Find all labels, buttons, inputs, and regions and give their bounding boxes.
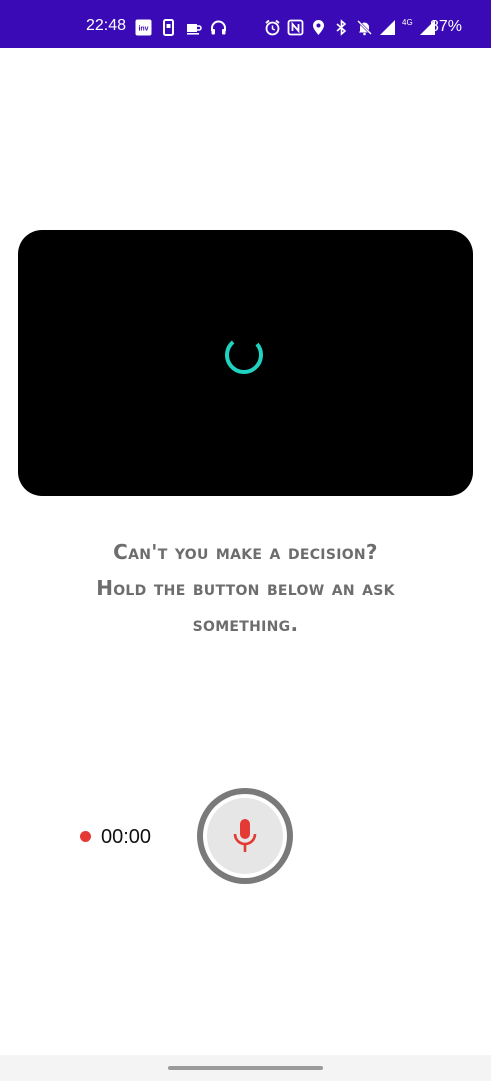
location-icon [310, 19, 327, 36]
loading-spinner-icon [225, 336, 263, 374]
mic-button-ring [203, 794, 287, 878]
bluetooth-icon [333, 18, 350, 36]
recording-indicator-dot [80, 831, 91, 842]
record-mic-button[interactable] [197, 788, 293, 884]
status-time: 22:48 [86, 17, 127, 34]
coffee-icon [185, 19, 202, 36]
microphone-icon [233, 819, 257, 852]
battery-percent: 87% [430, 18, 463, 35]
wifi-signal-icon [379, 19, 396, 36]
mic-button-face [207, 798, 283, 874]
phone-notification-icon [160, 18, 177, 36]
navigation-bar [0, 1055, 491, 1081]
notification-icons: inv [135, 18, 227, 36]
headphones-icon [210, 19, 227, 36]
alarm-icon [264, 19, 281, 36]
status-bar: 22:48 inv 4G 87% [0, 0, 491, 48]
prompt-line-3: something. [192, 612, 299, 636]
inv-app-icon: inv [135, 19, 152, 36]
system-icons: 4G [264, 18, 436, 36]
prompt-text: Can't you make a decision? Hold the butt… [30, 534, 461, 642]
recording-timer: 00:00 [101, 826, 152, 848]
mute-bell-icon [356, 19, 373, 36]
home-gesture-handle[interactable] [168, 1066, 323, 1070]
svg-text:inv: inv [138, 25, 148, 32]
prompt-line-1: Can't you make a decision? [113, 540, 378, 564]
nfc-icon [287, 19, 304, 36]
network-type-label: 4G [402, 18, 413, 27]
prompt-line-2: Hold the button below an ask [96, 576, 395, 600]
